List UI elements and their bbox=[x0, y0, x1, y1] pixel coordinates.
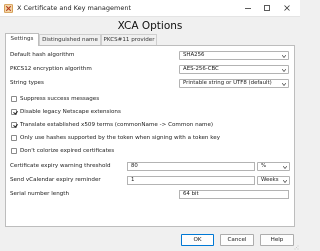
app-icon bbox=[4, 4, 13, 13]
suppress-success-label: Suppress success messages bbox=[20, 96, 100, 102]
translate-terms-label: Translate established x509 terms (common… bbox=[20, 122, 214, 128]
string-types-label: String types bbox=[10, 80, 44, 86]
cancel-button[interactable]: Cancel bbox=[220, 234, 254, 246]
pkcs12-algorithm-value: AES-256-CBC bbox=[183, 66, 219, 72]
title-bar: X Certificate and Key management bbox=[0, 0, 300, 17]
serial-length-label: Serial number length bbox=[10, 191, 70, 197]
minimize-icon[interactable] bbox=[241, 2, 255, 14]
translate-terms-checkbox[interactable] bbox=[11, 122, 17, 128]
help-button[interactable]: Help bbox=[260, 234, 294, 246]
pkcs12-algorithm-select[interactable]: AES-256-CBC bbox=[179, 65, 289, 74]
settings-panel: Default hash algorithm SHA256 PKCS12 enc… bbox=[5, 45, 295, 227]
hash-algorithm-value: SHA256 bbox=[183, 52, 205, 58]
resize-grip-icon[interactable] bbox=[294, 245, 299, 250]
chevron-down-icon bbox=[283, 165, 287, 169]
string-types-value: Printable string or UTF8 (default) bbox=[183, 80, 272, 86]
vcalendar-unit-value: Weeks bbox=[261, 177, 279, 183]
no-colorize-checkbox[interactable] bbox=[11, 148, 17, 154]
hash-algorithm-label: Default hash algorithm bbox=[10, 52, 75, 58]
window-title: X Certificate and Key management bbox=[17, 4, 132, 12]
expiry-warning-input[interactable]: 80 bbox=[127, 162, 255, 171]
vcalendar-input[interactable]: 1 bbox=[127, 176, 255, 185]
no-colorize-label: Don't colorize expired certificates bbox=[20, 148, 115, 154]
token-hashes-label: Only use hashes supported by the token w… bbox=[20, 135, 221, 141]
maximize-icon[interactable] bbox=[260, 2, 274, 14]
tab-distinguished-name[interactable]: Distinguished name bbox=[39, 34, 101, 45]
chevron-down-icon bbox=[282, 68, 286, 72]
token-hashes-checkbox[interactable] bbox=[11, 135, 17, 141]
string-types-select[interactable]: Printable string or UTF8 (default) bbox=[179, 79, 289, 88]
vcalendar-unit-select[interactable]: Weeks bbox=[257, 176, 290, 185]
suppress-success-checkbox[interactable] bbox=[11, 96, 17, 102]
expiry-warning-label: Certificate expiry warning threshold bbox=[10, 163, 111, 169]
expiry-unit-select[interactable]: % bbox=[257, 162, 290, 171]
dialog-heading: XCA Options bbox=[117, 20, 183, 32]
chevron-down-icon bbox=[283, 179, 287, 183]
disable-netscape-label: Disable legacy Netscape extensions bbox=[20, 109, 121, 115]
serial-length-input[interactable]: 64 bit bbox=[179, 190, 289, 199]
chevron-down-icon bbox=[282, 82, 286, 86]
close-icon[interactable] bbox=[280, 2, 294, 14]
tab-settings[interactable]: Settings bbox=[5, 33, 39, 46]
vcalendar-label: Send vCalendar expiry reminder bbox=[10, 177, 101, 183]
hash-algorithm-select[interactable]: SHA256 bbox=[179, 51, 289, 60]
ok-button[interactable]: OK bbox=[181, 234, 214, 246]
expiry-unit-value: % bbox=[261, 163, 267, 169]
disable-netscape-checkbox[interactable] bbox=[11, 109, 17, 115]
chevron-down-icon bbox=[282, 54, 286, 58]
pkcs12-algorithm-label: PKCS12 encryption algorithm bbox=[10, 66, 92, 72]
tab-pkcs11-provider[interactable]: PKCS#11 provider bbox=[101, 34, 157, 45]
